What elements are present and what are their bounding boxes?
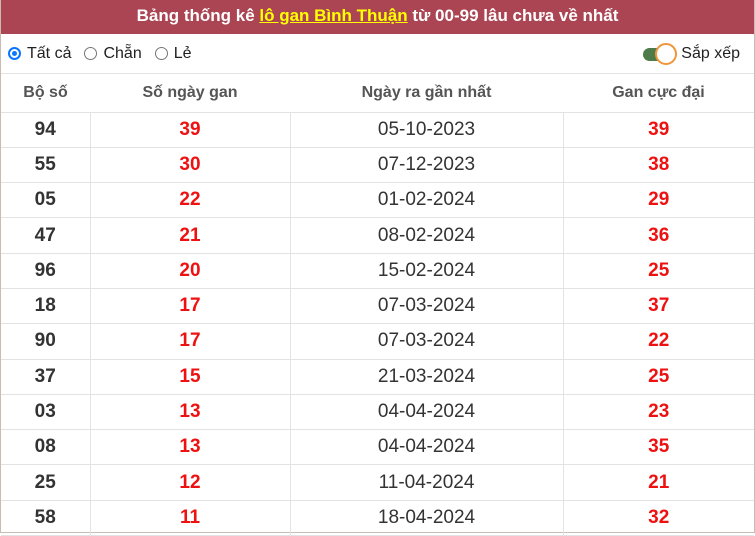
lo-gan-table: Bộ số Số ngày gan Ngày ra gần nhất Gan c…: [1, 74, 754, 536]
col-header-last-date: Ngày ra gần nhất: [290, 74, 563, 113]
cell-max-gan: 36: [563, 217, 754, 254]
parity-radio-group: Tất cả Chẵn Lẻ: [8, 45, 205, 63]
cell-last-date: 04-04-2024: [290, 429, 564, 466]
title-suffix: từ 00-99 lâu chưa về nhất: [407, 6, 619, 25]
cell-days: 39: [90, 112, 291, 148]
cell-max-gan: 39: [563, 112, 754, 148]
cell-days: 17: [90, 288, 291, 325]
cell-number: 90: [1, 323, 91, 360]
cell-last-date: 18-04-2024: [290, 500, 564, 536]
col-header-max-gan: Gan cực đại: [563, 74, 754, 113]
cell-days: 22: [90, 182, 291, 219]
cell-days: 30: [90, 147, 291, 184]
cell-days: 15: [90, 359, 291, 395]
cell-number: 18: [1, 288, 91, 325]
title-prefix: Bảng thống kê: [136, 6, 260, 25]
cell-number: 03: [1, 394, 91, 431]
table-row: 94 39 05-10-2023 39: [1, 112, 754, 148]
cell-number: 08: [1, 429, 91, 466]
page-title: Bảng thống kê lô gan Bình Thuận từ 00-99…: [1, 0, 754, 34]
title-link[interactable]: lô gan Bình Thuận: [259, 6, 407, 25]
table-row: 58 11 18-04-2024 32: [1, 500, 754, 536]
cell-number: 58: [1, 500, 91, 536]
cell-days: 21: [90, 217, 291, 254]
cell-days: 12: [90, 464, 291, 501]
cell-max-gan: 21: [563, 464, 754, 501]
radio-all-label: Tất cả: [27, 44, 72, 62]
cell-number: 96: [1, 253, 91, 289]
col-header-days: Số ngày gan: [90, 74, 290, 113]
cell-max-gan: 29: [563, 182, 754, 219]
cell-days: 20: [90, 253, 291, 289]
cell-number: 94: [1, 112, 91, 148]
cell-last-date: 05-10-2023: [290, 112, 564, 148]
table-row: 37 15 21-03-2024 25: [1, 359, 754, 395]
radio-even[interactable]: Chẵn: [84, 44, 142, 63]
sort-toggle[interactable]: [643, 42, 678, 65]
radio-odd[interactable]: Lẻ: [154, 44, 192, 63]
filter-bar: Tất cả Chẵn Lẻ Sắp xếp: [1, 34, 754, 74]
cell-last-date: 21-03-2024: [290, 359, 564, 395]
table-row: 90 17 07-03-2024 22: [1, 323, 754, 360]
radio-odd-circle[interactable]: [154, 47, 168, 60]
radio-even-circle[interactable]: [84, 47, 98, 60]
cell-number: 55: [1, 147, 91, 184]
table-row: 55 30 07-12-2023 38: [1, 147, 754, 184]
table-row: 18 17 07-03-2024 37: [1, 288, 754, 325]
sort-control: Sắp xếp: [643, 42, 740, 65]
col-header-number: Bộ số: [1, 74, 90, 113]
cell-number: 37: [1, 359, 91, 395]
cell-days: 13: [90, 394, 291, 431]
radio-all-circle[interactable]: [8, 47, 21, 60]
table-row: 03 13 04-04-2024 23: [1, 394, 754, 431]
cell-max-gan: 35: [563, 429, 754, 466]
cell-last-date: 04-04-2024: [290, 394, 564, 431]
sort-label: Sắp xếp: [681, 44, 740, 62]
cell-max-gan: 22: [563, 323, 754, 360]
cell-max-gan: 32: [563, 500, 754, 536]
radio-odd-label: Lẻ: [173, 44, 192, 62]
cell-days: 17: [90, 323, 291, 360]
lo-gan-widget: Bảng thống kê lô gan Bình Thuận từ 00-99…: [0, 0, 755, 536]
cell-max-gan: 25: [563, 253, 754, 289]
cell-number: 05: [1, 182, 91, 219]
cell-last-date: 08-02-2024: [290, 217, 564, 254]
cell-last-date: 01-02-2024: [290, 182, 564, 219]
radio-even-label: Chẵn: [103, 44, 142, 62]
cell-last-date: 11-04-2024: [290, 464, 564, 501]
table-row: 96 20 15-02-2024 25: [1, 253, 754, 289]
table-row: 47 21 08-02-2024 36: [1, 217, 754, 254]
cell-number: 25: [1, 464, 91, 501]
cell-last-date: 07-12-2023: [290, 147, 564, 184]
cell-number: 47: [1, 217, 91, 254]
cell-max-gan: 23: [563, 394, 754, 431]
table-row: 25 12 11-04-2024 21: [1, 464, 754, 501]
table-row: 05 22 01-02-2024 29: [1, 182, 754, 219]
table-header-row: Bộ số Số ngày gan Ngày ra gần nhất Gan c…: [1, 74, 754, 113]
cell-days: 13: [90, 429, 291, 466]
cell-days: 11: [90, 500, 291, 536]
table-row: 08 13 04-04-2024 35: [1, 429, 754, 466]
cell-max-gan: 37: [563, 288, 754, 325]
toggle-knob[interactable]: [655, 42, 678, 65]
cell-max-gan: 38: [563, 147, 754, 184]
cell-last-date: 15-02-2024: [290, 253, 564, 289]
cell-last-date: 07-03-2024: [290, 288, 564, 325]
radio-all[interactable]: Tất cả: [8, 45, 71, 63]
cell-last-date: 07-03-2024: [290, 323, 564, 360]
cell-max-gan: 25: [563, 359, 754, 395]
table-body: 94 39 05-10-2023 39 55 30 07-12-2023 38 05 22 01-0…: [1, 112, 754, 536]
